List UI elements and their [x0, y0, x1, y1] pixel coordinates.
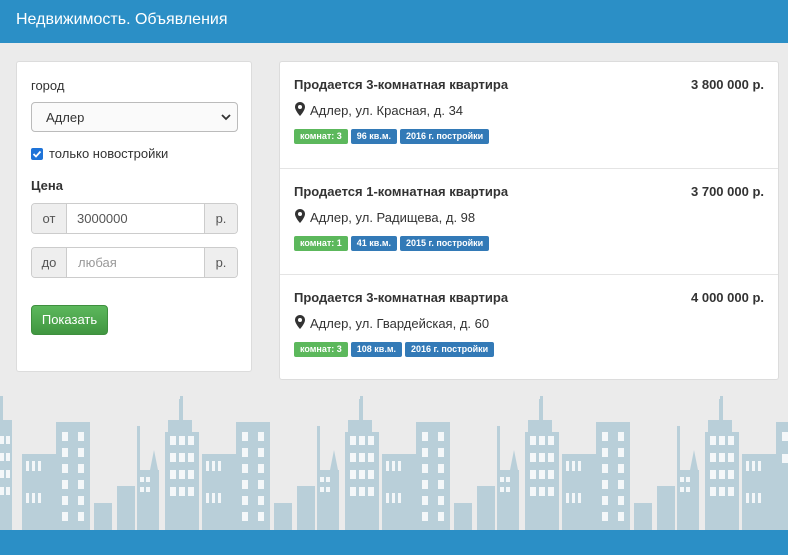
listing-address: Адлер, ул. Радищева, д. 98: [310, 210, 476, 225]
listings-panel: Продается 3-комнатная квартира 3 800 000…: [279, 61, 779, 380]
listing-title[interactable]: Продается 3-комнатная квартира: [294, 290, 508, 305]
listing-title[interactable]: Продается 1-комнатная квартира: [294, 184, 508, 199]
map-marker-icon: [295, 315, 305, 329]
price-to-group: до любая р.: [31, 247, 238, 278]
listing-address: Адлер, ул. Красная, д. 34: [310, 103, 464, 118]
listing-title[interactable]: Продается 3-комнатная квартира: [294, 77, 508, 92]
app-title: Недвижимость. Объявления: [16, 11, 228, 28]
listing-price: 3 700 000 р.: [691, 184, 764, 199]
area-badge: 41 кв.м.: [350, 236, 397, 251]
new-only-checkbox[interactable]: [31, 148, 43, 160]
rooms-badge: комнат: 3: [294, 342, 348, 357]
listing-price: 4 000 000 р.: [691, 290, 764, 305]
city-select-value: Адлер: [46, 110, 85, 125]
city-select[interactable]: Адлер: [31, 102, 238, 132]
listing-item[interactable]: Продается 3-комнатная квартира 3 800 000…: [280, 62, 778, 168]
map-marker-icon: [295, 209, 305, 223]
city-label: город: [31, 78, 65, 93]
listing-badges: комнат: 3 108 кв.м. 2016 г. постройки: [294, 342, 495, 357]
price-from-group: от 3000000 р.: [31, 203, 238, 234]
price-to-suffix: р.: [204, 248, 237, 277]
price-to-prefix: до: [32, 248, 67, 277]
price-from-prefix: от: [32, 204, 67, 233]
listing-badges: комнат: 3 96 кв.м. 2016 г. постройки: [294, 129, 490, 144]
filter-panel: город Адлер только новостройки Цена от 3…: [16, 61, 252, 372]
listing-price: 3 800 000 р.: [691, 77, 764, 92]
listing-badges: комнат: 1 41 кв.м. 2015 г. постройки: [294, 236, 490, 251]
year-badge: 2016 г. постройки: [405, 342, 495, 357]
price-from-suffix: р.: [204, 204, 237, 233]
price-from-input[interactable]: 3000000: [77, 211, 128, 226]
listing-item[interactable]: Продается 3-комнатная квартира 4 000 000…: [280, 274, 778, 380]
price-label: Цена: [31, 178, 63, 193]
chevron-down-icon: [221, 114, 231, 121]
map-marker-icon: [295, 102, 305, 116]
footer-bar: [0, 530, 788, 555]
rooms-badge: комнат: 3: [294, 129, 348, 144]
year-badge: 2016 г. постройки: [400, 129, 490, 144]
rooms-badge: комнат: 1: [294, 236, 348, 251]
listing-item[interactable]: Продается 1-комнатная квартира 3 700 000…: [280, 168, 778, 274]
city-skyline-illustration: [0, 396, 788, 530]
area-badge: 108 кв.м.: [350, 342, 402, 357]
price-to-input[interactable]: любая: [78, 255, 117, 270]
new-only-label[interactable]: только новостройки: [49, 146, 168, 161]
show-button[interactable]: Показать: [31, 305, 108, 335]
top-bar: Недвижимость. Объявления: [0, 0, 788, 43]
check-icon: [32, 150, 42, 158]
listing-address: Адлер, ул. Гвардейская, д. 60: [310, 316, 490, 331]
year-badge: 2015 г. постройки: [400, 236, 490, 251]
area-badge: 96 кв.м.: [350, 129, 397, 144]
